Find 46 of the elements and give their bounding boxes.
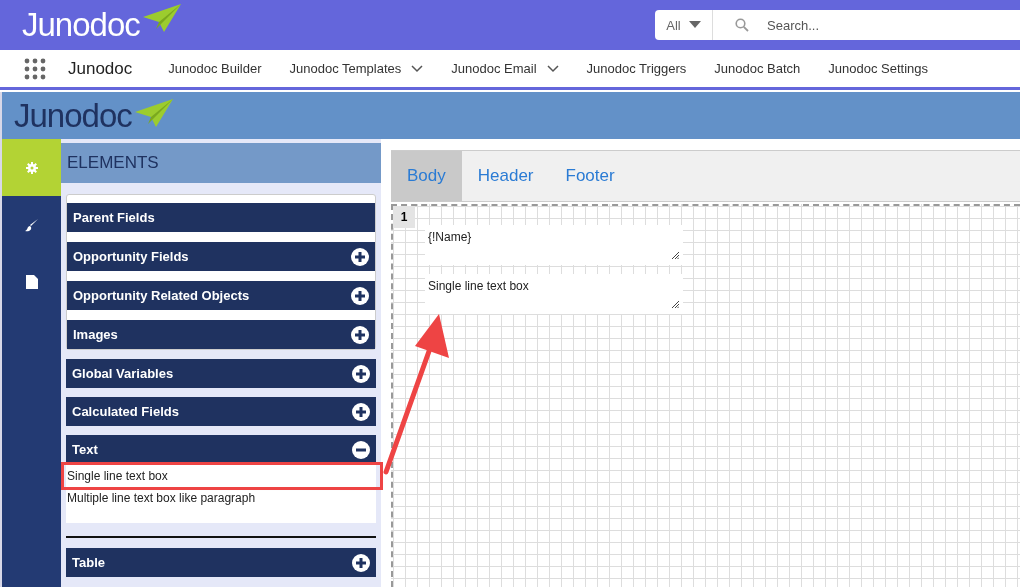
accordion-header[interactable]: Table (66, 548, 376, 577)
scope-dropdown[interactable]: All (655, 10, 713, 40)
caret-icon (688, 21, 701, 29)
accordion-header[interactable]: Parent Fields (67, 203, 375, 232)
app-name: Junodoc (68, 58, 133, 79)
nav-link[interactable]: Junodoc Builder (168, 61, 262, 76)
chevron-down-icon (546, 64, 559, 73)
minus-icon (352, 440, 370, 459)
nav-link[interactable]: Junodoc Email (451, 61, 559, 76)
accordion-header[interactable]: Calculated Fields (66, 397, 376, 426)
tab[interactable]: Footer (549, 151, 631, 201)
accordion-header[interactable]: Opportunity Fields (67, 242, 375, 271)
resize-handle-icon (672, 301, 679, 308)
settings-icon (25, 161, 38, 174)
plus-icon (351, 247, 369, 266)
plus-icon (352, 553, 370, 572)
accordion-header[interactable]: Global Variables (66, 359, 376, 388)
search-field[interactable]: All Search... (655, 10, 1020, 40)
plus-icon (351, 325, 369, 344)
app-launcher-icon[interactable] (24, 57, 46, 80)
list-item[interactable]: Multiple line text box like paragraph (66, 487, 376, 509)
nav-link[interactable]: Junodoc Batch (714, 61, 801, 76)
row-number: 1 (393, 206, 415, 228)
logo-text: Junodoc (22, 5, 140, 45)
tab[interactable]: Header (461, 151, 550, 201)
plus-icon (352, 364, 370, 383)
logo-text: Junodoc (14, 96, 132, 136)
search-icon (735, 18, 749, 32)
nav-link[interactable]: Junodoc Templates (289, 61, 424, 76)
nav-link[interactable]: Junodoc Triggers (586, 61, 687, 76)
file-icon (25, 274, 38, 289)
nav-link[interactable]: Junodoc Settings (828, 61, 929, 76)
text-box[interactable]: {!Name} (425, 225, 683, 265)
plus-icon (352, 402, 370, 421)
panel-title: ELEMENTS (67, 153, 159, 173)
plus-icon (351, 286, 369, 305)
chevron-down-icon (411, 64, 424, 73)
paper-plane-icon (133, 98, 174, 128)
paper-plane-icon (141, 3, 182, 33)
brush-icon (24, 217, 39, 232)
resize-handle-icon (672, 252, 679, 259)
text-box[interactable]: Single line text box (425, 274, 683, 314)
list-item[interactable]: Single line text box (64, 465, 380, 487)
accordion-header[interactable]: Opportunity Related Objects (67, 281, 375, 310)
accordion-header[interactable]: Images (67, 320, 375, 349)
accordion-header[interactable]: Text (66, 435, 376, 464)
